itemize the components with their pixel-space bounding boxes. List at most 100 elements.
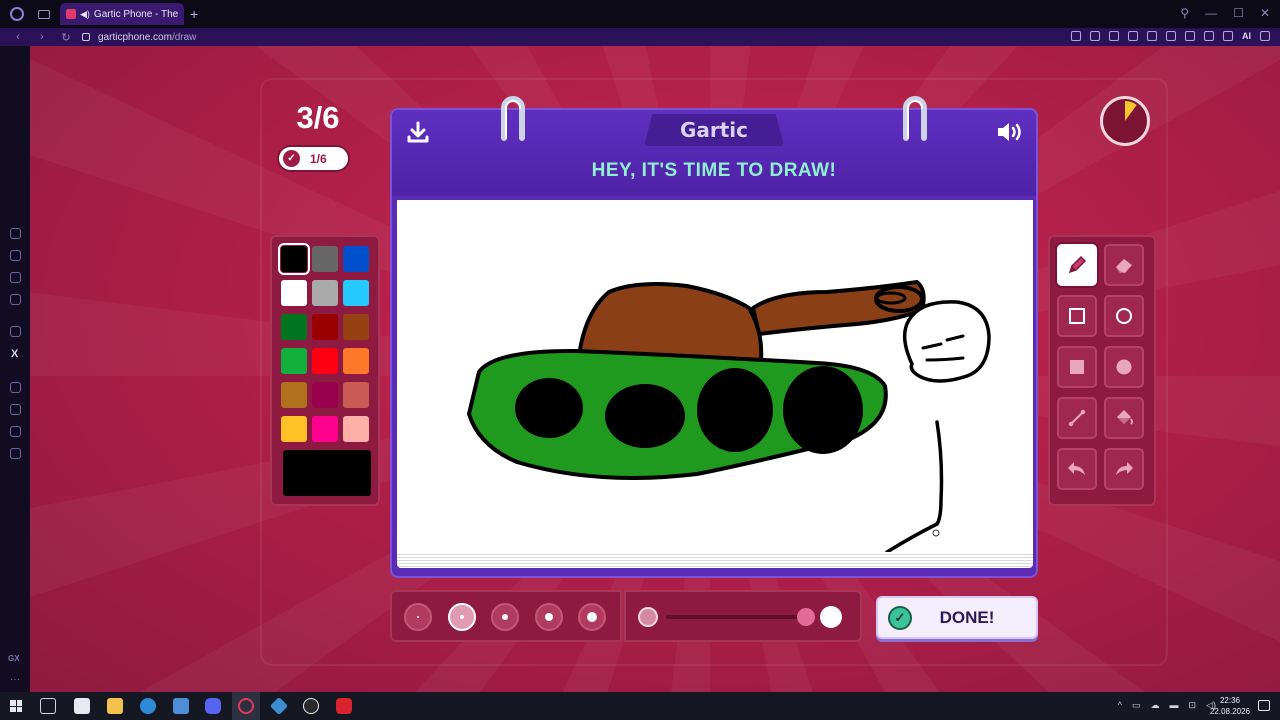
color-swatch[interactable] (281, 348, 307, 374)
obs-icon[interactable] (303, 698, 319, 714)
color-swatch[interactable] (281, 382, 307, 408)
notification-icon[interactable] (1258, 700, 1270, 711)
discount-icon[interactable] (10, 326, 21, 337)
search-tabs-icon[interactable]: ⚲ (1180, 6, 1189, 20)
color-swatch[interactable] (312, 314, 338, 340)
pencil-tool-button[interactable] (1057, 244, 1097, 286)
opera-gx-icon[interactable] (238, 698, 254, 714)
speaker-icon[interactable]: ◀) (80, 9, 90, 20)
messages-icon[interactable] (10, 294, 21, 305)
clock-icon[interactable] (10, 382, 21, 393)
new-tab-button[interactable]: + (190, 6, 198, 22)
anydesk-icon[interactable] (336, 698, 352, 714)
store-icon[interactable] (74, 698, 90, 714)
lock-icon[interactable] (82, 33, 90, 41)
taskbar-clock[interactable]: 22:36 22.08.2026 (1210, 695, 1250, 717)
tank-drawing (467, 280, 991, 554)
tray-chevron-icon[interactable]: ^ (1118, 700, 1122, 711)
vpn-icon[interactable] (1185, 31, 1195, 41)
color-swatch[interactable] (343, 382, 369, 408)
address-bar-actions: AI (1071, 31, 1270, 41)
line-tool-button[interactable] (1057, 397, 1097, 439)
download-manager-icon[interactable] (1223, 31, 1233, 41)
players-done-count: 1/6 (310, 151, 327, 166)
color-swatch[interactable] (281, 416, 307, 442)
browser-tab-gartic[interactable]: ◀) Gartic Phone - The Tele (60, 3, 184, 25)
brush-size-button[interactable] (578, 603, 606, 631)
gx-logo-icon[interactable]: GX (8, 654, 20, 663)
brush-size-button[interactable] (534, 603, 563, 631)
back-icon[interactable]: ‹ (12, 31, 24, 43)
tray-battery-icon[interactable]: ▬ (1170, 700, 1179, 711)
color-swatch[interactable] (278, 243, 310, 275)
brush-size-button[interactable] (447, 603, 476, 631)
extensions-icon[interactable] (1204, 31, 1214, 41)
reload-icon[interactable]: ↻ (60, 31, 72, 44)
bookmark-icon[interactable] (1071, 31, 1081, 41)
edge-icon[interactable] (140, 698, 156, 714)
close-icon[interactable]: ✕ (1260, 6, 1270, 20)
opera-logo-icon[interactable] (10, 7, 24, 21)
eraser-tool-button[interactable] (1104, 244, 1144, 286)
maximize-icon[interactable]: ☐ (1233, 6, 1244, 20)
color-swatch[interactable] (343, 416, 369, 442)
rectangle-outline-tool-button[interactable] (1057, 295, 1097, 337)
done-button[interactable]: ✓ DONE! (876, 596, 1038, 639)
task-view-icon[interactable] (40, 698, 56, 714)
opacity-slider[interactable] (624, 590, 862, 642)
minimize-icon[interactable]: — (1205, 6, 1217, 20)
app-icon[interactable] (269, 696, 289, 716)
brush-size-button[interactable] (491, 603, 519, 631)
tab-switcher-icon[interactable] (38, 9, 50, 19)
circle-outline-tool-button[interactable] (1104, 295, 1144, 337)
color-swatch[interactable] (312, 382, 338, 408)
rectangle-filled-tool-button[interactable] (1057, 346, 1097, 388)
tray-cloud-icon[interactable]: ☁ (1151, 700, 1160, 711)
history-icon[interactable] (10, 228, 21, 239)
color-swatch[interactable] (343, 314, 369, 340)
player-icon[interactable] (10, 250, 21, 261)
color-swatch[interactable] (281, 280, 307, 306)
messenger-icon[interactable] (10, 272, 21, 283)
url-field[interactable]: garticphone.com/draw (98, 32, 196, 43)
x-twitter-icon[interactable]: X (11, 348, 18, 360)
tray-app-icon[interactable]: ▭ (1132, 700, 1141, 711)
color-swatch[interactable] (312, 416, 338, 442)
file-explorer-icon[interactable] (107, 698, 123, 714)
color-swatch[interactable] (343, 280, 369, 306)
start-menu-icon[interactable] (10, 700, 22, 712)
more-icon[interactable]: ··· (10, 674, 20, 685)
draw-prompt-title: HEY, IT'S TIME TO DRAW! (591, 160, 837, 181)
forward-icon[interactable]: › (36, 31, 48, 43)
undo-tool-button[interactable] (1057, 448, 1097, 490)
timer-icon[interactable] (10, 404, 21, 415)
ai-button[interactable]: AI (1242, 31, 1251, 41)
round-counter: 3/6 (296, 100, 340, 135)
translate-icon[interactable] (1128, 31, 1138, 41)
color-swatch[interactable] (312, 246, 338, 272)
tray-network-icon[interactable]: ⊡ (1189, 700, 1197, 711)
extensions-sidebar-icon[interactable] (10, 426, 21, 437)
color-swatch[interactable] (343, 246, 369, 272)
download-icon[interactable] (406, 120, 430, 144)
play-icon[interactable] (1147, 31, 1157, 41)
heart-icon[interactable] (1166, 31, 1176, 41)
snapshot-icon[interactable] (1090, 31, 1100, 41)
mail-icon[interactable] (173, 698, 189, 714)
opacity-track[interactable] (666, 615, 806, 619)
adblock-icon[interactable] (1109, 31, 1119, 41)
menu-icon[interactable] (1260, 31, 1270, 41)
settings-icon[interactable] (10, 448, 21, 459)
discord-icon[interactable] (205, 698, 221, 714)
circle-filled-tool-button[interactable] (1104, 346, 1144, 388)
redo-tool-button[interactable] (1104, 448, 1144, 490)
color-swatch[interactable] (343, 348, 369, 374)
fill-bucket-tool-button[interactable] (1104, 397, 1144, 439)
opacity-thumb[interactable] (797, 608, 815, 626)
volume-icon[interactable] (996, 120, 1024, 144)
color-swatch[interactable] (281, 314, 307, 340)
drawing-canvas[interactable] (397, 200, 1033, 554)
brush-size-button[interactable] (404, 603, 432, 631)
color-swatch[interactable] (312, 280, 338, 306)
color-swatch[interactable] (312, 348, 338, 374)
